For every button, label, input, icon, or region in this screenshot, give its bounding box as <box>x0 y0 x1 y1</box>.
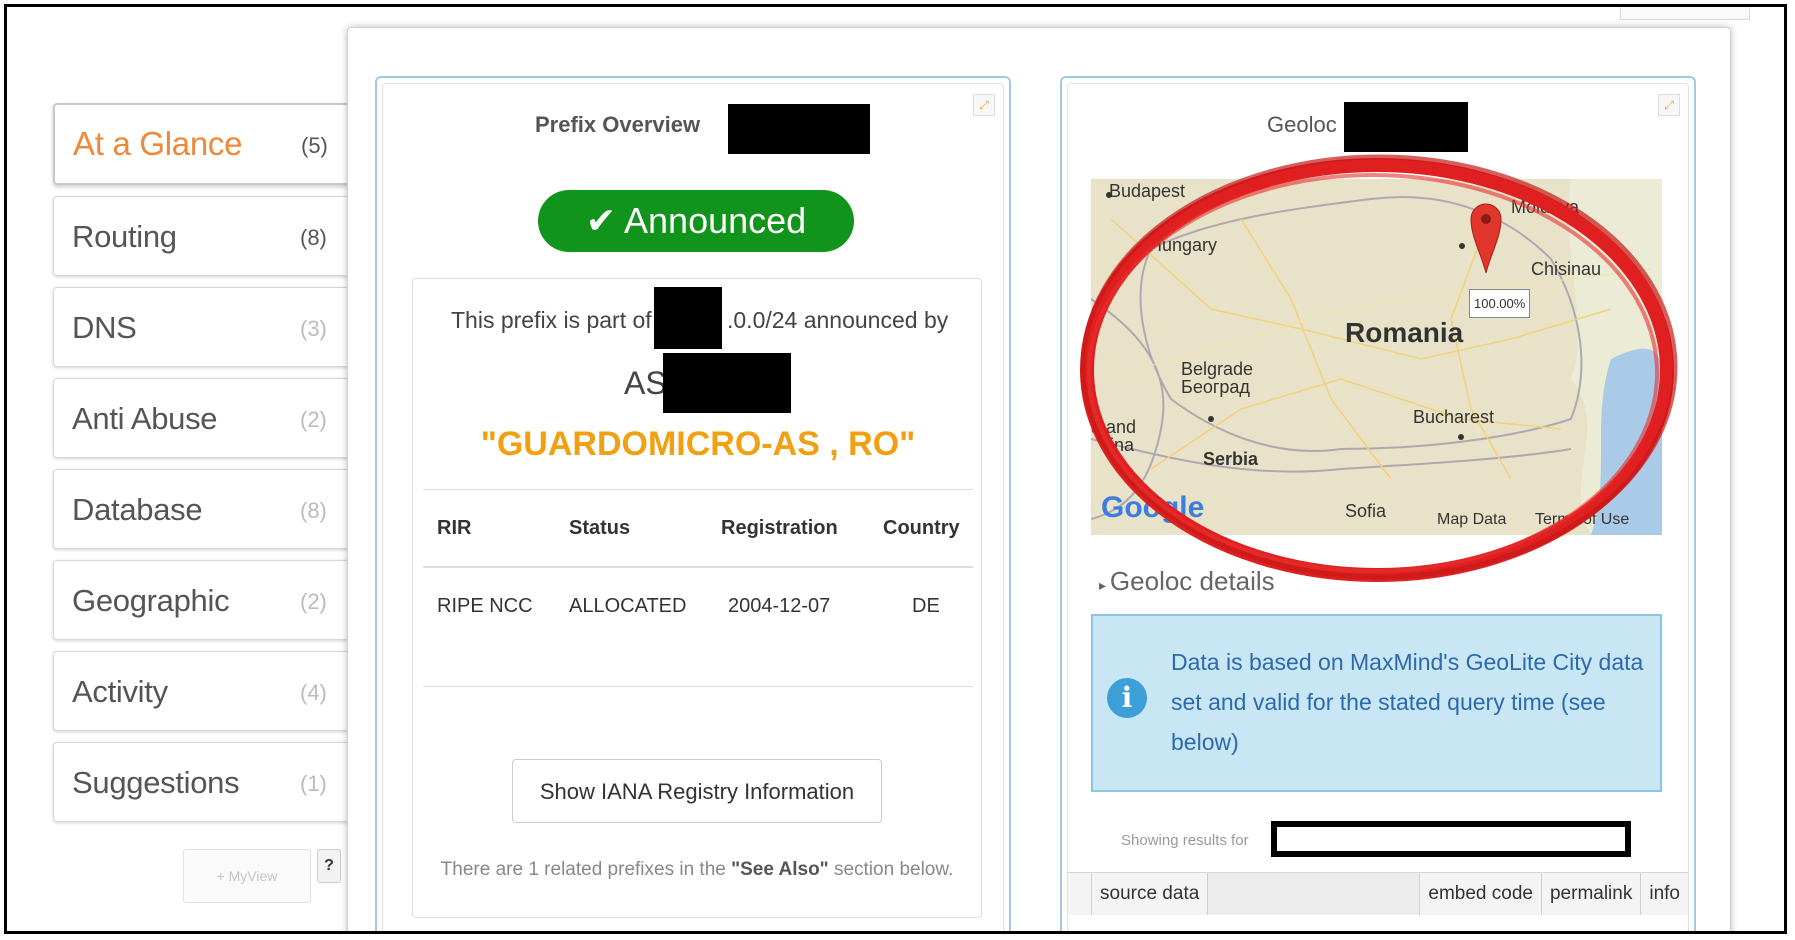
prefix-info-box: This prefix is part of .0.0/24 announced… <box>412 278 982 918</box>
table-cell: RIPE NCC <box>437 594 533 617</box>
embed-code-button[interactable]: embed code <box>1420 873 1542 915</box>
sidebar-item-count: (8) <box>300 498 327 523</box>
sidebar-item-dns[interactable]: DNS (3) <box>53 287 349 367</box>
sidebar-item-routing[interactable]: Routing (8) <box>53 196 349 276</box>
table-cell: DE <box>912 594 940 617</box>
footer-spacer <box>1068 873 1092 915</box>
screenshot-frame: At a Glance (5) Routing (8) DNS (3) Anti… <box>4 4 1787 934</box>
as-prefix: AS <box>624 365 667 401</box>
source-data-button[interactable]: source data <box>1092 873 1209 915</box>
redacted-block <box>663 353 791 413</box>
part-prefix-text: This prefix is part of <box>451 307 652 333</box>
help-button[interactable]: ? <box>317 849 341 883</box>
redacted-block <box>1271 821 1631 857</box>
show-iana-button[interactable]: Show IANA Registry Information <box>512 759 882 823</box>
highlight-ellipse <box>1080 154 1678 582</box>
expand-icon[interactable]: ⤢ <box>973 94 995 116</box>
table-spacer-row <box>423 644 973 687</box>
sidebar-item-database[interactable]: Database (8) <box>53 469 349 549</box>
related-text-part: section below. <box>828 859 954 880</box>
related-prefixes-text: There are 1 related prefixes in the "See… <box>429 851 965 889</box>
footer-spacer <box>1208 873 1421 915</box>
table-row: RIPE NCC ALLOCATED 2004-12-07 DE <box>423 567 973 644</box>
expand-icon[interactable]: ⤢ <box>1658 94 1680 116</box>
table-header: Status <box>568 489 720 568</box>
sidebar-item-count: (4) <box>300 680 327 705</box>
widget-title: Prefix Overview <box>535 112 701 137</box>
info-text: Data is based on MaxMind's GeoLite City … <box>1171 649 1644 755</box>
permalink-button[interactable]: permalink <box>1541 873 1642 915</box>
sidebar-item-anti-abuse[interactable]: Anti Abuse (2) <box>53 378 349 458</box>
prefix-registry-table: RIR Status Registration Country RIPE NCC… <box>423 489 973 687</box>
info-icon: i <box>1107 678 1147 718</box>
sidebar-item-at-a-glance[interactable]: At a Glance (5) <box>53 103 349 185</box>
sidebar-item-geographic[interactable]: Geographic (2) <box>53 560 349 640</box>
showing-results-label: Showing results for <box>1121 832 1249 849</box>
sidebar-item-label: Database <box>72 492 203 527</box>
table-header: Registration <box>720 489 882 568</box>
sidebar-item-count: (2) <box>300 589 327 614</box>
redacted-block <box>728 104 870 154</box>
myview-button[interactable]: + MyView <box>183 849 311 903</box>
table-cell: 2004-12-07 <box>728 594 831 617</box>
table-header: RIR <box>423 489 568 568</box>
sidebar-item-label: Anti Abuse <box>72 401 218 436</box>
table-header: Country <box>882 489 973 568</box>
as-name: "GUARDOMICRO-AS , RO" <box>480 425 916 463</box>
see-also-link[interactable]: "See Also" <box>731 859 829 880</box>
sidebar-item-count: (5) <box>301 133 328 158</box>
prefix-overview-widget: ⤢ Prefix Overview ✔ Announced This prefi… <box>375 76 1011 931</box>
related-text-part: There are 1 related prefixes in the <box>440 859 732 880</box>
sidebar-item-label: Geographic <box>72 583 230 618</box>
sidebar-item-label: DNS <box>72 310 137 345</box>
part-suffix-text: .0.0/24 announced by <box>727 307 949 333</box>
table-header-row: RIR Status Registration Country <box>423 489 973 568</box>
sidebar-item-count: (8) <box>300 225 327 250</box>
sidebar-item-label: Suggestions <box>72 765 240 800</box>
status-badge: ✔ Announced <box>538 190 854 252</box>
sidebar-item-count: (2) <box>300 407 327 432</box>
info-box: i Data is based on MaxMind's GeoLite Cit… <box>1091 614 1662 792</box>
corner-tab <box>1620 7 1750 20</box>
sidebar-item-label: Activity <box>72 674 168 709</box>
info-button[interactable]: info <box>1641 873 1688 915</box>
sidebar-item-count: (1) <box>300 771 327 796</box>
table-cell: ALLOCATED <box>569 594 687 617</box>
sidebar-item-activity[interactable]: Activity (4) <box>53 651 349 731</box>
sidebar-item-label: Routing <box>72 219 177 254</box>
sidebar-item-suggestions[interactable]: Suggestions (1) <box>53 742 349 822</box>
sidebar-item-count: (3) <box>300 316 327 341</box>
widget-title: Geoloc <box>1267 112 1337 137</box>
widget-footer-bar: source data embed code permalink info <box>1068 872 1688 915</box>
sidebar-item-label: At a Glance <box>73 125 243 162</box>
redacted-block <box>654 287 722 349</box>
prefix-overview-body: ⤢ Prefix Overview ✔ Announced This prefi… <box>382 83 1004 931</box>
sidebar: At a Glance (5) Routing (8) DNS (3) Anti… <box>53 103 349 833</box>
